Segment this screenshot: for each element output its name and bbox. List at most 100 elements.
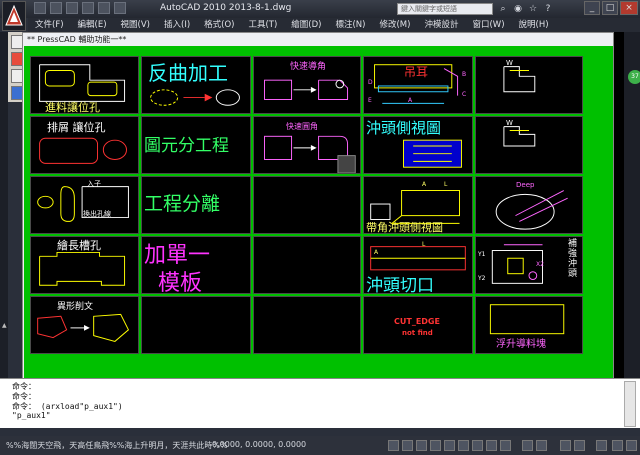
lifting-lug-label: 吊耳 [404,65,429,79]
cell-split-entities[interactable]: 圖元分工程 [141,116,251,174]
star-icon[interactable]: ☆ [527,3,539,15]
ducs-icon[interactable] [472,440,483,451]
cell-insert-hole[interactable]: 入子 換出孔線 [30,176,139,234]
cell-feed-relief-hole[interactable]: 進料讓位孔 [30,56,139,114]
cell-cut-edge[interactable]: CUT_EDGE not find [363,296,473,354]
ortho-icon[interactable] [416,440,427,451]
navigation-wheel-icon[interactable]: 37 [628,70,640,84]
menu-dimension[interactable]: 標注(N) [328,18,372,32]
insert-hole-diagram [37,186,129,222]
dyn-icon[interactable] [486,440,497,451]
cell-floating-guide-block[interactable]: 浮升導料塊 [475,296,583,354]
command-scrollbar[interactable] [624,381,636,427]
close-button[interactable]: × [620,1,638,15]
autocad-logo[interactable] [2,1,26,31]
autocad-window: AutoCAD 2010 2013-8-1.dwg 鍵入關鍵字或短語 ⌕ ◉ ☆… [0,0,640,455]
pan-icon[interactable] [560,440,571,451]
cell-empty-2 [253,236,361,294]
cell-slot-punch-1[interactable]: W [475,56,583,114]
punch-notch-label: 沖頭切口 [366,276,434,296]
menu-tools[interactable]: 工具(T) [241,18,284,32]
new-file-icon[interactable] [34,2,46,14]
status-marquee-text: %%海闊天空飛，天高任鳥飛%%海上升明月，天涯共此時%% [6,441,228,450]
chip-relief-hole-diagram [39,137,127,164]
dim-a: A [408,97,413,104]
cell-reinforced-punch[interactable]: Y1 Y2 X2 補強沖頭 [475,236,583,294]
help-icon[interactable]: ? [542,3,554,15]
dim-l-angled: L [444,181,448,188]
dialog-title: ** PressCAD 輔助功能一** [23,33,613,46]
redo-icon[interactable] [98,2,110,14]
model-icon[interactable] [522,440,533,451]
search-input[interactable]: 鍵入關鍵字或短語 [397,3,493,15]
quick-chamfer-diagram [264,79,349,100]
menu-draw[interactable]: 繪圖(D) [284,18,328,32]
dim-e: E [368,97,372,104]
cell-quick-fillet[interactable]: 快速圓角 [253,116,361,174]
menu-help[interactable]: 說明(H) [512,18,556,32]
cell-process-separation[interactable]: 工程分離 [141,176,251,234]
plate-label: 模板 [158,271,203,296]
maximize-button[interactable]: □ [602,1,618,15]
menu-view[interactable]: 視圖(V) [114,18,157,32]
workspace-icon[interactable] [596,440,607,451]
zoom-icon[interactable] [574,440,585,451]
undo-icon[interactable] [82,2,94,14]
snap-icon[interactable] [388,440,399,451]
dim-a-angled: A [422,181,427,188]
cell-angled-punch-side-view[interactable]: A L 帶角沖頭側視圖 [363,176,473,234]
menu-window[interactable]: 窗口(W) [465,18,511,32]
cell-punch-side-view[interactable]: 沖頭側視圖 [363,116,473,174]
layout-icon[interactable] [536,440,547,451]
search-icon[interactable]: ⌕ [497,3,509,15]
split-entities-label: 圖元分工程 [144,136,229,156]
osnap-icon[interactable] [444,440,455,451]
command-window[interactable]: 命令： 命令： 命令： (arxload"p_aux1") "p_aux1" [0,378,640,428]
dim-x2: X2 [536,261,544,268]
cell-empty-4 [253,296,361,354]
menu-format[interactable]: 格式(O) [197,18,241,32]
menu-file[interactable]: 文件(F) [28,18,71,32]
otrack-icon[interactable] [458,440,469,451]
cell-empty-1 [253,176,361,234]
cut-edge-label: CUT_EDGE [394,317,440,326]
lineweight-icon[interactable] [500,440,511,451]
polar-icon[interactable] [430,440,441,451]
grid-icon[interactable] [402,440,413,451]
title-bar: AutoCAD 2010 2013-8-1.dwg 鍵入關鍵字或短語 ⌕ ◉ ☆… [0,0,640,18]
deep-label: Deep [516,181,535,189]
cell-long-slot-hole[interactable]: 繪長槽孔 [30,236,139,294]
user-icon[interactable]: ◉ [512,3,524,15]
lock-icon[interactable] [612,440,623,451]
cell-reverse-bend[interactable]: 反曲加工 [141,56,251,114]
status-bar: %%海闊天空飛，天高任鳥飛%%海上升明月，天涯共此時%% 0.0000, 0.0… [0,436,640,455]
reinforced-punch-label: 補強沖頭 [568,239,578,279]
cell-quick-chamfer[interactable]: 快速導角 [253,56,361,114]
menu-die-design[interactable]: 沖模設計 [417,18,465,32]
save-icon[interactable] [66,2,78,14]
window-title: AutoCAD 2010 2013-8-1.dwg [160,3,292,13]
presscad-dialog: ** PressCAD 輔助功能一** 進料讓位孔 反曲加工 快速導角 吊耳 A… [22,32,614,396]
menu-modify[interactable]: 修改(M) [372,18,417,32]
cell-slot-punch-2[interactable]: W [475,116,583,174]
cell-irregular-text[interactable]: 異形削文 [30,296,139,354]
menu-edit[interactable]: 編輯(E) [71,18,114,32]
workspace-dropdown-icon[interactable] [114,2,126,14]
menu-insert[interactable]: 插入(I) [157,18,197,32]
angled-punch-label: 帶角沖頭側視圖 [366,221,443,234]
ucs-icon: ▲ [2,322,7,329]
irregular-text-diagram [37,313,130,342]
cell-chip-relief-hole[interactable]: 排屑 讓位孔 [30,116,139,174]
dim-b: B [462,71,467,78]
cell-punch-notch[interactable]: A L 沖頭切口 [363,236,473,296]
not-find-label: not find [402,329,433,337]
clean-screen-icon[interactable] [626,440,637,451]
menu-bar: 文件(F) 編輯(E) 視圖(V) 插入(I) 格式(O) 工具(T) 繪圖(D… [28,18,640,32]
open-file-icon[interactable] [50,2,62,14]
punch-side-view-diagram [403,139,462,168]
cell-lifting-lug[interactable]: 吊耳 A B C D E [363,56,473,114]
cell-add-single-plate[interactable]: 加單一 模板 [141,236,251,296]
coordinate-readout[interactable]: 0.0000, 0.0000, 0.0000 [212,440,306,449]
minimize-button[interactable]: _ [584,1,600,15]
cell-deep-cut[interactable]: Deep [475,176,583,234]
